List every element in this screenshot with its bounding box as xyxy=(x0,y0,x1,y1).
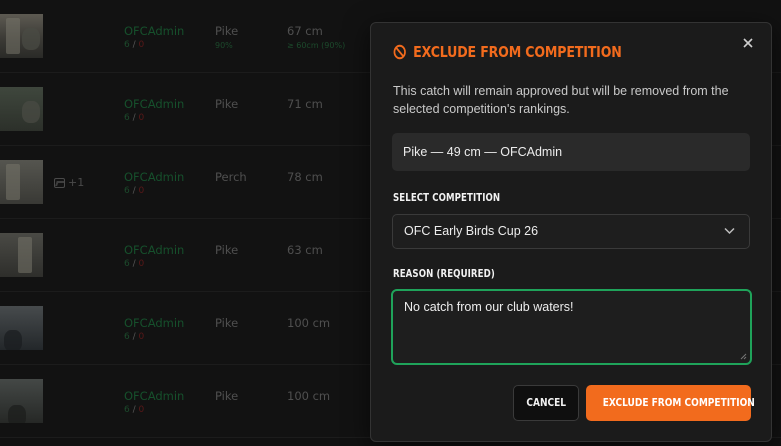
competition-select-value: OFC Early Birds Cup 26 xyxy=(404,224,539,238)
chevron-down-icon xyxy=(724,227,735,235)
catch-thumbnail[interactable] xyxy=(0,306,43,350)
image-icon xyxy=(54,177,65,188)
reason-label: REASON (REQUIRED) xyxy=(393,268,495,280)
row-username[interactable]: OFCAdmin xyxy=(124,243,184,257)
row-length: 78 cm xyxy=(287,170,323,184)
row-length: 100 cm xyxy=(287,316,331,330)
row-votes: 6 / 0 xyxy=(124,186,145,196)
exclude-button[interactable]: EXCLUDE FROM COMPETITION xyxy=(586,385,755,421)
row-length: 67 cm xyxy=(287,24,323,38)
row-username[interactable]: OFCAdmin xyxy=(124,170,184,184)
reason-text: No catch from our club waters! xyxy=(404,300,574,314)
row-length: 63 cm xyxy=(287,243,323,257)
row-length-detail: ≥ 60cm (90%) xyxy=(287,41,346,50)
competition-select[interactable]: OFC Early Birds Cup 26 xyxy=(392,214,750,249)
row-species-confidence: 90% xyxy=(215,41,233,50)
row-votes: 6 / 0 xyxy=(124,332,145,342)
row-votes: 6 / 0 xyxy=(124,113,145,123)
row-username[interactable]: OFCAdmin xyxy=(124,389,184,403)
competition-label: SELECT COMPETITION xyxy=(393,192,501,204)
row-species: Pike xyxy=(215,389,239,403)
gallery-count[interactable]: +1 xyxy=(54,176,84,189)
row-votes: 6 / 0 xyxy=(124,40,145,50)
row-votes: 6 / 0 xyxy=(124,259,145,269)
row-length: 71 cm xyxy=(287,97,323,111)
row-username[interactable]: OFCAdmin xyxy=(124,24,184,38)
catch-thumbnail[interactable] xyxy=(0,233,43,277)
cancel-button[interactable]: CANCEL xyxy=(513,385,579,421)
catch-summary: Pike — 49 cm — OFCAdmin xyxy=(392,133,750,171)
catch-thumbnail[interactable] xyxy=(0,87,43,131)
dialog-title: EXCLUDE FROM COMPETITION xyxy=(393,43,622,61)
dialog-title-text: EXCLUDE FROM COMPETITION xyxy=(413,43,622,61)
row-species: Pike xyxy=(215,24,239,38)
row-species: Pike xyxy=(215,316,239,330)
resize-grip-icon[interactable] xyxy=(740,353,747,360)
row-length: 100 cm xyxy=(287,389,331,403)
dialog-description: This catch will remain approved but will… xyxy=(393,84,729,116)
row-username[interactable]: OFCAdmin xyxy=(124,97,184,111)
catch-thumbnail[interactable] xyxy=(0,160,43,204)
reason-textarea[interactable]: No catch from our club waters! xyxy=(391,289,752,365)
close-icon[interactable] xyxy=(741,36,755,50)
catch-thumbnail[interactable] xyxy=(0,379,43,423)
row-votes: 6 / 0 xyxy=(124,405,145,415)
ban-icon xyxy=(393,44,406,60)
row-username[interactable]: OFCAdmin xyxy=(124,316,184,330)
row-species: Pike xyxy=(215,97,239,111)
catch-thumbnail[interactable] xyxy=(0,14,43,58)
exclude-dialog: EXCLUDE FROM COMPETITION This catch will… xyxy=(370,22,772,442)
row-species: Perch xyxy=(215,170,247,184)
row-species: Pike xyxy=(215,243,239,257)
